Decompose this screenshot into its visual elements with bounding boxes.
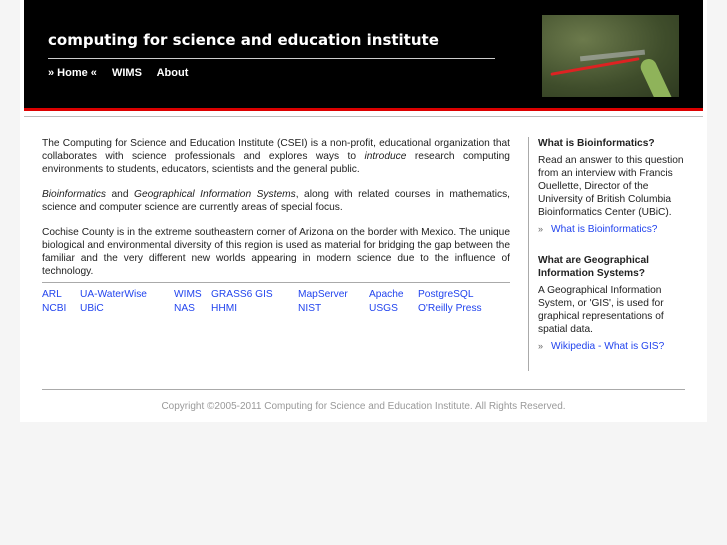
nav-home[interactable]: » Home « (48, 67, 97, 79)
sidebar-text-gis: A Geographical Information System, or 'G… (538, 285, 664, 335)
link-ua-waterwise[interactable]: UA-WaterWise (80, 289, 147, 300)
cochise-paragraph: Cochise County is in the extreme southea… (42, 227, 510, 277)
copyright: Copyright ©2005-2011 Computing for Scien… (161, 401, 566, 412)
main-content: The Computing for Science and Education … (42, 137, 510, 290)
site-title: computing for science and education inst… (48, 31, 439, 49)
accent-bar (24, 108, 703, 111)
link-arl[interactable]: ARL (42, 289, 62, 300)
link-what-is-bioinformatics[interactable]: What is Bioinformatics? (551, 224, 657, 235)
title-divider (48, 58, 495, 59)
nav-wims[interactable]: WIMS (112, 67, 142, 79)
bullet-icon: » (538, 341, 544, 351)
sidebar-text-bioinformatics: Read an answer to this question from an … (538, 155, 684, 218)
sidebar-divider (528, 137, 529, 371)
link-wikipedia-gis[interactable]: Wikipedia - What is GIS? (551, 341, 664, 352)
nav-about[interactable]: About (157, 67, 189, 79)
page: computing for science and education inst… (20, 0, 707, 422)
link-ncbi[interactable]: NCBI (42, 303, 66, 314)
sidebar-heading-bioinformatics: What is Bioinformatics? (538, 138, 655, 149)
sidebar-heading-gis: What are Geographical Information System… (538, 255, 649, 279)
header: computing for science and education inst… (24, 0, 703, 108)
link-hhmi[interactable]: HHMI (211, 303, 237, 314)
main-nav: » Home « WIMS About (48, 67, 200, 79)
link-nas[interactable]: NAS (174, 303, 195, 314)
links-divider (42, 282, 510, 283)
link-apache[interactable]: Apache (369, 289, 404, 300)
dragonfly-photo (542, 15, 679, 97)
link-wims[interactable]: WIMS (174, 289, 202, 300)
intro-paragraph: The Computing for Science and Education … (42, 138, 510, 175)
footer-divider (42, 389, 685, 390)
link-nist[interactable]: NIST (298, 303, 321, 314)
link-ubic[interactable]: UBiC (80, 303, 104, 314)
link-mapserver[interactable]: MapServer (298, 289, 348, 300)
header-divider (24, 116, 703, 117)
focus-paragraph: Bioinformatics and Geographical Informat… (42, 189, 510, 213)
link-grass6-gis[interactable]: GRASS6 GIS (211, 289, 273, 300)
link-postgresql[interactable]: PostgreSQL (418, 289, 474, 300)
bullet-icon: » (538, 224, 544, 234)
link-oreilly-press[interactable]: O'Reilly Press (418, 303, 482, 314)
sidebar: What is Bioinformatics? Read an answer t… (538, 137, 688, 371)
link-usgs[interactable]: USGS (369, 303, 398, 314)
